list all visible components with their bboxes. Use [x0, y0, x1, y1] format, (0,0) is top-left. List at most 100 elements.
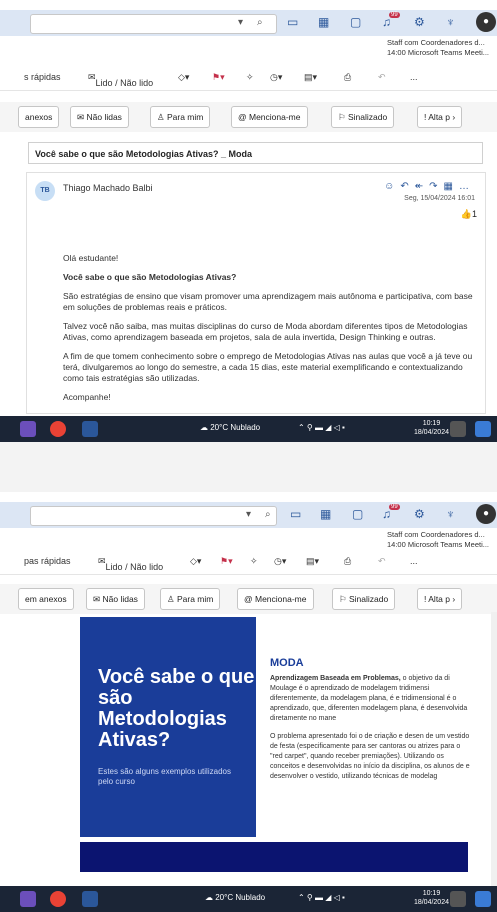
word-taskbar-icon[interactable]: [82, 421, 98, 437]
teams-taskbar-icon[interactable]: [20, 421, 36, 437]
search-icon[interactable]: ⌕: [265, 509, 271, 520]
tag-icon[interactable]: ◇▾: [190, 556, 201, 567]
read-unread-button[interactable]: ✉ Lido / Não lido: [88, 72, 153, 88]
filter-attachments[interactable]: anexos: [18, 106, 60, 128]
banner-paragraph-2: O problema apresentado foi o de criação …: [270, 733, 470, 780]
avatar[interactable]: ●: [476, 12, 496, 32]
tips-icon[interactable]: ♆: [446, 15, 455, 29]
filter-dropdown-icon[interactable]: ▾: [238, 17, 243, 28]
forward-icon[interactable]: ↷: [429, 181, 443, 192]
body-paragraph-1: São estratégias de ensino que visam prom…: [63, 291, 473, 312]
taskbar-clock[interactable]: 10:19 18/04/2024: [414, 419, 449, 437]
teams-taskbar-icon[interactable]: [20, 891, 36, 907]
quick-steps-button[interactable]: pas rápidas: [24, 556, 71, 566]
bell-icon[interactable]: ♫ 99: [382, 12, 400, 29]
taskbar-2: ☁ 20°C Nublado ⌃ ⚲ ▬ ◢ ◁ ▪ 10:19 18/04/20…: [0, 886, 497, 912]
reply-all-icon[interactable]: ↞: [415, 181, 429, 192]
banner-footer-bar: [80, 842, 468, 872]
filter-unread-label: Não lidas: [86, 112, 122, 122]
teams-icon[interactable]: ▢: [350, 15, 361, 29]
search-icon[interactable]: ⌕: [257, 17, 263, 28]
print-icon[interactable]: ⎙: [344, 556, 351, 567]
filter-unread-label: Não lidas: [102, 594, 138, 604]
outlook-window-bottom: ▾ ⌕ ▭ ▦ ▢ ♫ 99 ⚙ ♆ ● Staff com Coordenado…: [0, 492, 497, 912]
reply-icon[interactable]: ↶: [400, 181, 414, 192]
outlook-topbar-2: ▾ ⌕ ▭ ▦ ▢ ♫ 99 ⚙ ♆ ●: [0, 502, 497, 528]
filter-high[interactable]: ! Alta p ›: [417, 588, 463, 610]
emoji-icon[interactable]: ☺: [384, 181, 400, 192]
filter-mentions[interactable]: @ Menciona-me: [237, 588, 314, 610]
meeting-detail: 14:00 Microsoft Teams Meeti...: [387, 48, 489, 57]
filter-unread[interactable]: ✉ Não lidas: [86, 588, 145, 610]
tag-icon[interactable]: ◇▾: [178, 72, 189, 83]
filter-flagged-label: Sinalizado: [348, 594, 389, 604]
filter-to-me[interactable]: ♙ Para mim: [160, 588, 221, 610]
filter-to-me[interactable]: ♙ Para mim: [150, 106, 211, 128]
scrollbar[interactable]: [491, 612, 497, 902]
weather-widget[interactable]: ☁ 20°C Nublado: [205, 893, 265, 902]
system-tray-icons[interactable]: ⌃ ⚲ ▬ ◢ ◁ ▪: [298, 893, 345, 902]
word-taskbar-icon[interactable]: [82, 891, 98, 907]
search-box-2[interactable]: ▾ ⌕: [30, 506, 277, 526]
filter-dropdown-icon[interactable]: ▾: [246, 509, 251, 520]
gear-icon[interactable]: ⚙: [414, 15, 425, 29]
system-tray-icons[interactable]: ⌃ ⚲ ▬ ◢ ◁ ▪: [298, 423, 345, 432]
app-taskbar-icon[interactable]: [475, 891, 491, 907]
weather-widget[interactable]: ☁ 20°C Nublado: [200, 423, 260, 432]
filter-unread[interactable]: ✉ Não lidas: [70, 106, 129, 128]
notification-center-icon[interactable]: [450, 421, 466, 437]
avatar[interactable]: ●: [476, 504, 496, 524]
flag-icon[interactable]: ⚑▾: [220, 556, 233, 567]
bell-icon[interactable]: ♫ 99: [382, 504, 400, 521]
rules-icon[interactable]: ▤▾: [304, 72, 317, 83]
filter-flagged[interactable]: ⚐ Sinalizado: [332, 588, 396, 610]
meeting-reminder[interactable]: Staff com Coordenadores d... 14:00 Micro…: [387, 38, 489, 58]
gear-icon[interactable]: ⚙: [414, 507, 425, 521]
like-reaction[interactable]: 👍1: [461, 209, 477, 220]
calendar-icon[interactable]: ▦: [444, 181, 459, 192]
more-icon[interactable]: …: [459, 181, 475, 192]
taskbar-clock[interactable]: 10:19 18/04/2024: [414, 889, 449, 907]
taskbar: ☁ 20°C Nublado ⌃ ⚲ ▬ ◢ ◁ ▪ 10:19 18/04/20…: [0, 416, 497, 442]
meet-now-icon[interactable]: ▭: [290, 507, 301, 521]
quick-steps-button[interactable]: s rápidas: [24, 72, 61, 82]
snooze-icon[interactable]: ◷▾: [270, 72, 282, 83]
notification-badge: 99: [389, 12, 400, 18]
chrome-taskbar-icon[interactable]: [50, 421, 66, 437]
grid-icon[interactable]: ▦: [320, 507, 331, 521]
body-paragraph-4: Acompanhe!: [63, 392, 111, 402]
read-unread-label: Lido / Não lido: [95, 78, 154, 88]
more-button[interactable]: ...: [410, 556, 418, 566]
filter-high[interactable]: ! Alta p ›: [417, 106, 463, 128]
meeting-reminder-2[interactable]: Staff com Coordenadores d... 14:00 Micro…: [387, 530, 489, 550]
pin-icon[interactable]: ✧: [246, 72, 254, 83]
filter-mentions[interactable]: @ Menciona-me: [231, 106, 308, 128]
undo-icon[interactable]: ↶: [378, 72, 386, 83]
notification-center-icon[interactable]: [450, 891, 466, 907]
flag-icon[interactable]: ⚑▾: [212, 72, 225, 83]
filter-to-me-label: Para mim: [166, 112, 204, 122]
read-unread-button[interactable]: ✉ Lido / Não lido: [98, 556, 163, 572]
thumbs-up-icon: 👍: [460, 209, 472, 219]
search-box[interactable]: ▾ ⌕: [30, 14, 277, 34]
more-button[interactable]: ...: [410, 72, 418, 82]
meet-now-icon[interactable]: ▭: [287, 15, 298, 29]
undo-icon[interactable]: ↶: [378, 556, 386, 567]
filter-flagged[interactable]: ⚐ Sinalizado: [331, 106, 395, 128]
filter-attachments[interactable]: em anexos: [18, 588, 74, 610]
banner-paragraph-1: Aprendizagem Baseada em Problemas, o obj…: [270, 674, 470, 724]
tips-icon[interactable]: ♆: [446, 507, 455, 521]
snooze-icon[interactable]: ◷▾: [274, 556, 286, 567]
rules-icon[interactable]: ▤▾: [306, 556, 319, 567]
body-paragraph-2: Talvez você não saiba, mas muitas discip…: [63, 321, 468, 342]
app-taskbar-icon[interactable]: [475, 421, 491, 437]
reminder-bar: Staff com Coordenadores d... 14:00 Micro…: [0, 36, 497, 67]
teams-icon[interactable]: ▢: [352, 507, 363, 521]
sender-name[interactable]: Thiago Machado Balbi: [63, 183, 153, 193]
print-icon[interactable]: ⎙: [344, 72, 351, 83]
grid-icon[interactable]: ▦: [318, 15, 329, 29]
chrome-taskbar-icon[interactable]: [50, 891, 66, 907]
pin-icon[interactable]: ✧: [250, 556, 258, 567]
filter-high-label: Alta p: [428, 594, 451, 604]
clock-time: 10:19: [422, 420, 441, 427]
